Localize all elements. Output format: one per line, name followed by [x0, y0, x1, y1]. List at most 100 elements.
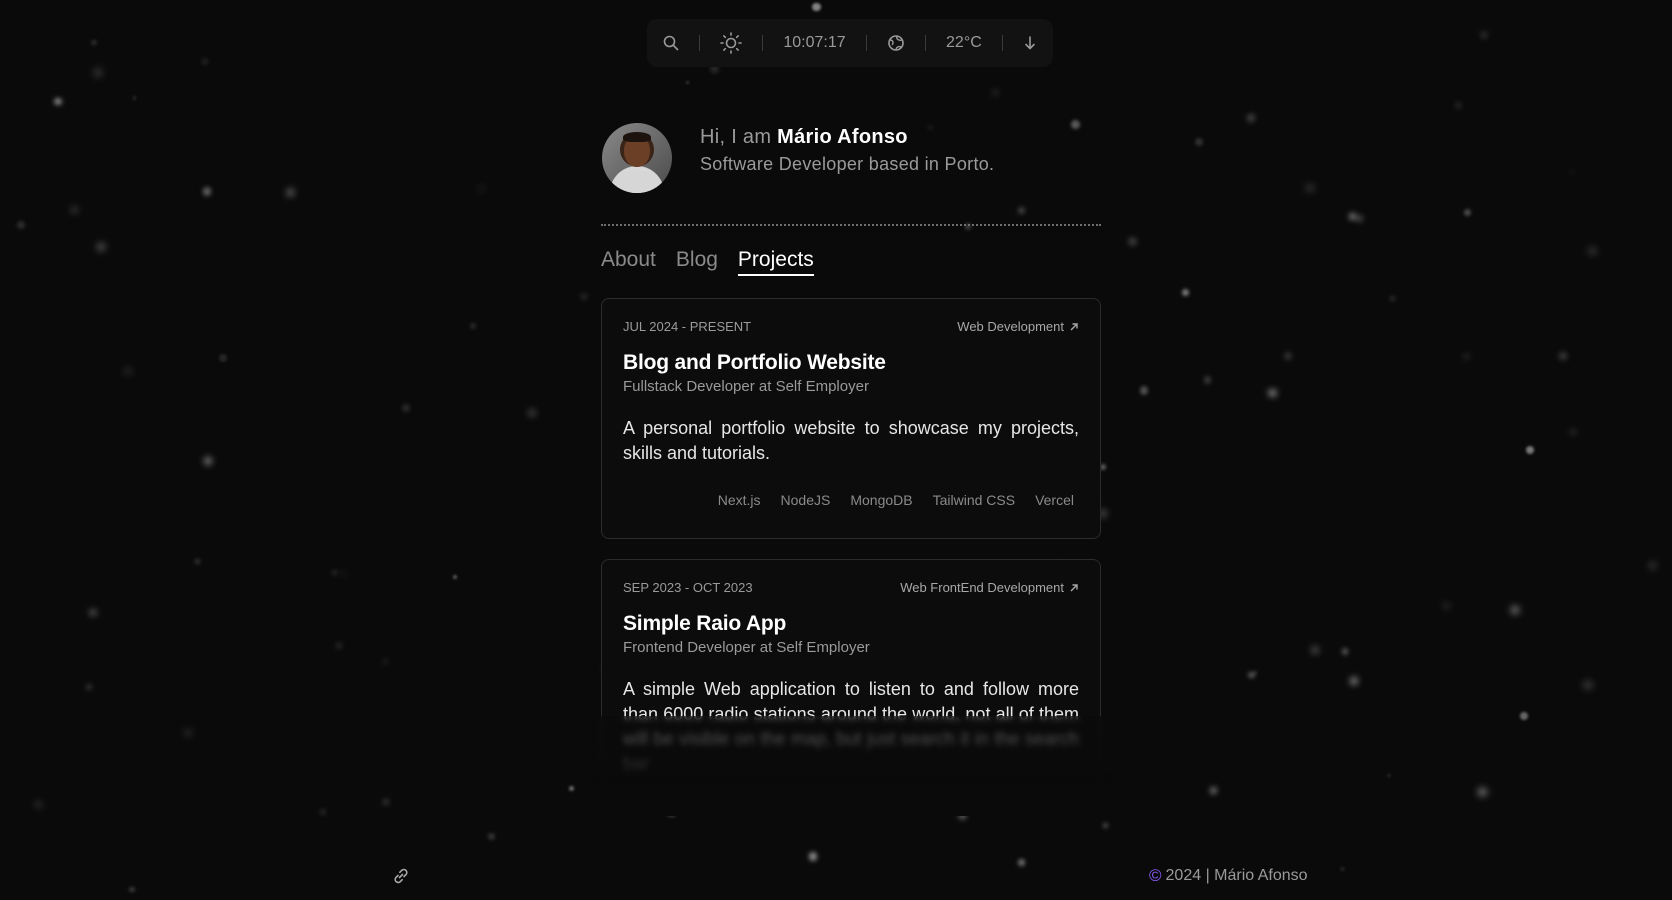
star [1018, 859, 1026, 867]
star [203, 456, 213, 466]
star [336, 643, 342, 649]
project-card[interactable]: JUL 2024 - PRESENT Web Development Blog … [601, 298, 1101, 539]
star [193, 557, 202, 565]
star [1389, 295, 1395, 301]
star [1559, 353, 1566, 360]
star [1464, 354, 1469, 359]
star [991, 89, 1000, 97]
star [1569, 429, 1577, 436]
tag: NodeJS [780, 492, 831, 508]
star [1285, 353, 1291, 359]
greeting: Hi, I am Mário Afonso [700, 126, 908, 149]
star [489, 834, 495, 839]
star [1139, 386, 1149, 395]
footer-text: 2024 | Mário Afonso [1165, 867, 1308, 884]
project-date: JUL 2024 - PRESENT [623, 319, 752, 334]
star [568, 785, 575, 791]
star [1519, 712, 1528, 720]
tab-blog[interactable]: Blog [676, 248, 718, 276]
star [1210, 787, 1218, 795]
star [1478, 787, 1487, 797]
arrow-down-icon[interactable] [1023, 35, 1037, 51]
project-description: A personal portfolio website to showcase… [623, 418, 1079, 463]
star [1510, 606, 1519, 614]
star [1194, 137, 1203, 146]
star [218, 353, 228, 363]
star [1268, 388, 1277, 398]
star [403, 406, 408, 411]
star [812, 2, 821, 11]
project-category-link[interactable]: Web FrontEnd Development [900, 580, 1079, 595]
nav-tabs: About Blog Projects [601, 248, 814, 276]
star [89, 608, 97, 616]
star [1569, 170, 1573, 174]
project-category: Web Development [957, 319, 1064, 334]
star [70, 206, 79, 215]
temperature: 22°C [946, 34, 982, 51]
star [202, 187, 212, 196]
star [129, 886, 135, 893]
star [54, 98, 62, 106]
profile-name: Mário Afonso [777, 126, 908, 148]
star [34, 801, 42, 808]
project-title: Blog and Portfolio Website [623, 351, 886, 374]
star [1102, 822, 1109, 828]
star [384, 799, 389, 805]
arrow-up-right-icon [1070, 583, 1078, 591]
star [341, 572, 345, 576]
star [928, 125, 932, 130]
star [581, 294, 587, 299]
project-title: Simple Raio App [623, 612, 787, 635]
star [470, 324, 475, 329]
star [332, 569, 338, 575]
project-tags: Next.js NodeJS MongoDB Tailwind CSS Verc… [623, 492, 1079, 508]
project-category-link[interactable]: Web Development [957, 319, 1079, 334]
star [1071, 120, 1080, 129]
star [1246, 113, 1255, 122]
toolbar-divider [865, 35, 867, 51]
project-role: Frontend Developer at Self Employer [623, 639, 870, 656]
star [86, 684, 92, 690]
star [1340, 867, 1345, 871]
star [1253, 670, 1258, 675]
star [1203, 376, 1212, 384]
star [1312, 647, 1318, 653]
star [480, 187, 484, 191]
sun-icon[interactable] [720, 32, 742, 54]
star [1127, 236, 1137, 246]
star [808, 851, 818, 861]
star [452, 575, 457, 580]
star [1019, 207, 1025, 213]
star [133, 96, 137, 100]
bottom-fade-overlay [590, 716, 1114, 816]
star [1587, 246, 1597, 256]
top-toolbar: 10:07:17 22°C [647, 19, 1053, 67]
star [1387, 773, 1391, 778]
star [184, 729, 193, 737]
tab-about[interactable]: About [601, 248, 656, 276]
star [202, 59, 208, 65]
project-category: Web FrontEnd Development [900, 580, 1064, 595]
star [1182, 288, 1190, 296]
toolbar-divider [1001, 35, 1003, 51]
star [1341, 648, 1349, 655]
search-icon[interactable] [663, 35, 679, 51]
star [1444, 603, 1449, 609]
star [1349, 677, 1358, 686]
star [1464, 209, 1472, 217]
link-icon[interactable] [391, 866, 411, 891]
star [124, 367, 131, 374]
star [91, 39, 98, 46]
greeting-prefix: Hi, I am [700, 126, 772, 148]
tab-projects[interactable]: Projects [737, 248, 814, 276]
star [1650, 562, 1656, 568]
profile-tagline: Software Developer based in Porto. [700, 154, 995, 174]
tag: Tailwind CSS [932, 492, 1016, 508]
toolbar-divider [924, 35, 926, 51]
globe-icon[interactable] [887, 34, 905, 52]
star [384, 659, 388, 663]
star [1482, 32, 1487, 37]
star [1456, 103, 1462, 109]
tag: MongoDB [850, 492, 913, 508]
star [527, 408, 536, 417]
